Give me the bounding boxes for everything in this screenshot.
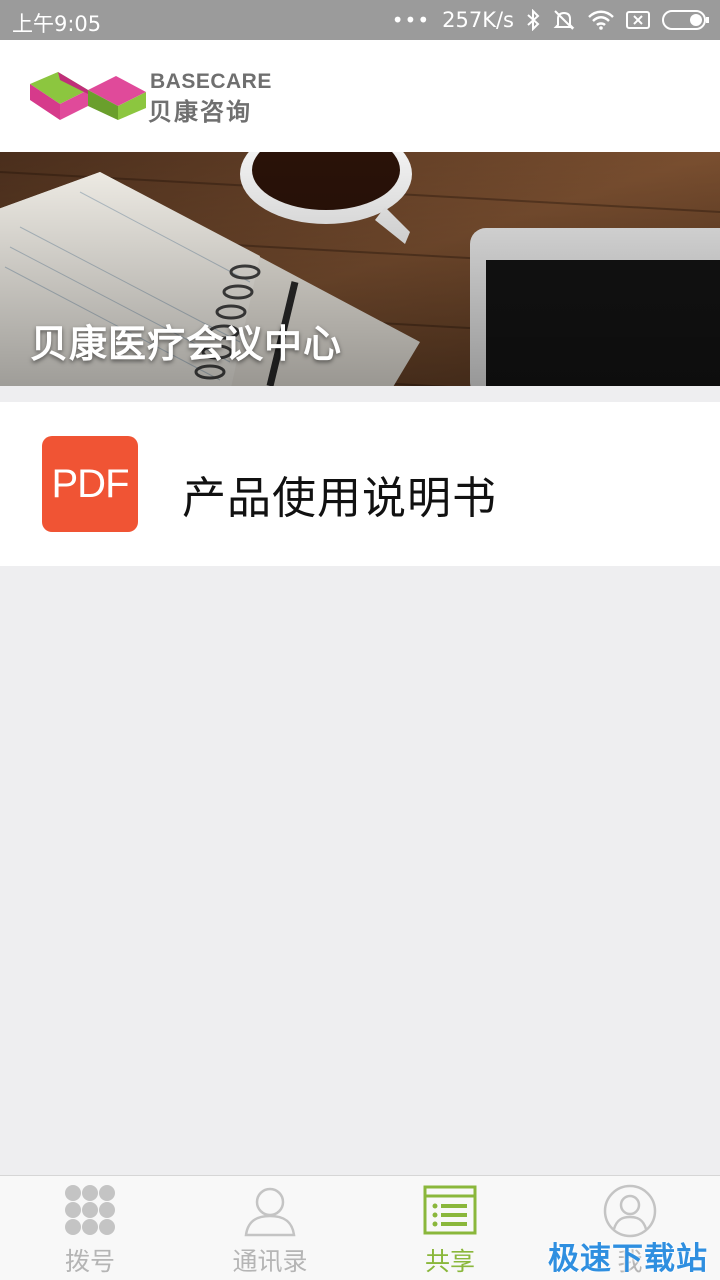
watermark: 极速下载站 [548,1241,708,1277]
bluetooth-icon [526,9,540,31]
pdf-icon-label: PDF [51,461,130,506]
battery-icon [662,9,710,31]
tab-dial[interactable]: 拨号 [0,1176,180,1280]
sim-icon [626,10,650,30]
more-dots: ••• [391,8,431,32]
wifi-icon [588,10,614,30]
tab-share[interactable]: 共享 [360,1176,540,1280]
status-bar: 上午9:05 ••• 257K/s [0,0,720,40]
tab-contacts[interactable]: 通讯录 [180,1176,360,1280]
pdf-icon: PDF [42,436,138,532]
basecare-logo-icon [30,70,146,126]
tab-contacts-label: 通讯录 [232,1247,308,1276]
tab-dial-label: 拨号 [64,1247,115,1276]
logo-text-en: BASECARE [150,70,272,93]
banner-title: 贝康医疗会议中心 [30,322,343,366]
app-header: BASECARE 贝康咨询 [0,40,720,152]
tab-share-label: 共享 [424,1247,475,1276]
logo-text-cn: 贝康咨询 [148,98,252,126]
network-speed: 257K/s [442,8,514,32]
list-item[interactable]: PDF 产品使用说明书 [0,402,720,566]
status-icons: ••• 257K/s [392,0,710,40]
mute-bell-icon [552,8,576,32]
document-title: 产品使用说明书 [182,473,497,524]
status-time: 上午9:05 [12,12,102,36]
